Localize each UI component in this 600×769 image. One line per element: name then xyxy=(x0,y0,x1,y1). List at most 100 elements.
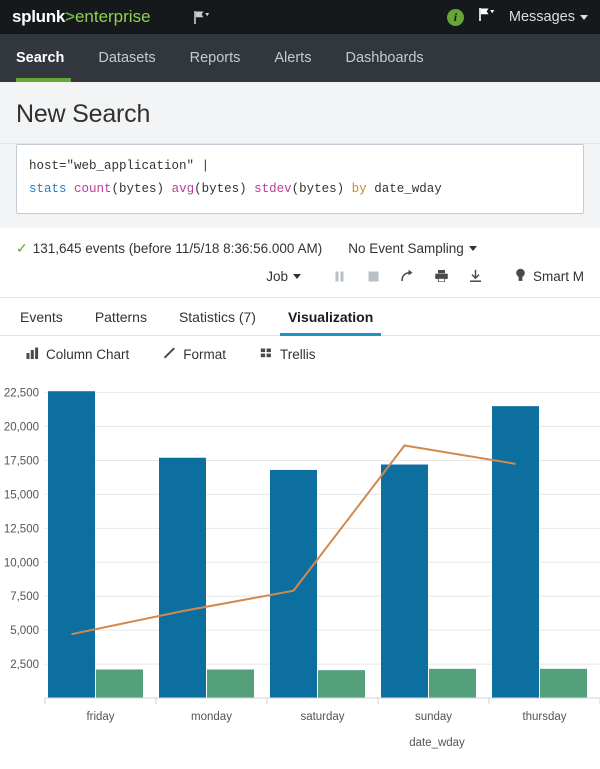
svg-text:17,500: 17,500 xyxy=(4,456,39,468)
query-stdev-fn: stdev xyxy=(254,182,292,196)
info-badge-icon[interactable]: i xyxy=(447,9,464,26)
svg-text:saturday: saturday xyxy=(300,711,344,723)
svg-text:10,000: 10,000 xyxy=(4,558,39,570)
job-menu-button[interactable]: Job xyxy=(266,269,301,284)
tab-events[interactable]: Events xyxy=(16,298,79,335)
query-line-2: stats count(bytes) avg(bytes) stdev(byte… xyxy=(29,178,571,201)
nav-item-datasets[interactable]: Datasets xyxy=(81,34,172,82)
brand-splunk: splunk xyxy=(12,7,65,27)
query-stats-cmd: stats xyxy=(29,182,67,196)
visualization-toolbar: Column Chart Format Trellis xyxy=(0,336,600,373)
nav-label: Alerts xyxy=(274,50,311,66)
svg-text:friday: friday xyxy=(86,711,114,723)
svg-text:thursday: thursday xyxy=(522,711,566,723)
tab-statistics[interactable]: Statistics (7) xyxy=(163,298,272,335)
lightbulb-icon xyxy=(515,268,526,285)
page-header: New Search xyxy=(0,82,600,144)
format-button[interactable]: Format xyxy=(163,347,226,362)
top-bar: splunk > enterprise i Messages xyxy=(0,0,600,34)
stop-button[interactable] xyxy=(357,265,391,287)
chevron-down-icon xyxy=(580,15,588,20)
tab-label: Visualization xyxy=(288,309,373,325)
search-mode-selector[interactable]: Smart M xyxy=(515,268,584,285)
query-avg-arg: (bytes) xyxy=(194,182,247,196)
chart-axis-lines xyxy=(45,698,600,704)
tab-visualization[interactable]: Visualization xyxy=(272,298,389,335)
column-chart[interactable]: 2,500 5,000 7,500 10,000 12,500 15,000 17,500 2… xyxy=(0,373,600,752)
query-pipe: | xyxy=(202,159,210,173)
nav-label: Datasets xyxy=(98,50,155,66)
query-groupby-field: date_wday xyxy=(374,182,442,196)
activity-flag-icon[interactable] xyxy=(478,7,495,27)
messages-label: Messages xyxy=(509,9,575,25)
event-sampling-label: No Event Sampling xyxy=(348,241,464,256)
svg-text:22,500: 22,500 xyxy=(4,388,39,400)
flag-dropdown-icon[interactable] xyxy=(193,10,210,25)
nav-item-dashboards[interactable]: Dashboards xyxy=(328,34,440,82)
svg-text:15,000: 15,000 xyxy=(4,490,39,502)
trellis-label: Trellis xyxy=(280,347,316,362)
chart-type-label: Column Chart xyxy=(46,347,129,362)
topbar-right-group: i Messages xyxy=(447,7,588,27)
svg-text:sunday: sunday xyxy=(415,711,452,723)
brand-enterprise: enterprise xyxy=(75,7,151,27)
grid-icon xyxy=(260,347,273,362)
search-bar-wrap: host="web_application" | stats count(byt… xyxy=(0,144,600,228)
search-mode-label: Smart M xyxy=(533,269,584,284)
format-label: Format xyxy=(183,347,226,362)
event-count-text: 131,645 events (before 11/5/18 8:36:56.0… xyxy=(33,241,322,256)
trellis-button[interactable]: Trellis xyxy=(260,347,316,362)
chart-bars-count[interactable] xyxy=(48,391,539,698)
query-stdev-arg: (bytes) xyxy=(292,182,345,196)
tab-patterns[interactable]: Patterns xyxy=(79,298,163,335)
svg-text:5,000: 5,000 xyxy=(10,625,39,637)
x-axis-title: date_wday xyxy=(409,737,465,749)
print-button[interactable] xyxy=(425,265,459,287)
pencil-icon xyxy=(163,347,176,362)
brand-gt: > xyxy=(65,7,75,27)
query-avg-fn: avg xyxy=(172,182,195,196)
splunk-logo[interactable]: splunk > enterprise xyxy=(12,7,151,27)
nav-item-alerts[interactable]: Alerts xyxy=(257,34,328,82)
chart-type-button[interactable]: Column Chart xyxy=(26,347,129,362)
tab-label: Patterns xyxy=(95,309,147,325)
page-title: New Search xyxy=(16,100,584,129)
info-glyph: i xyxy=(454,10,457,25)
query-count-fn: count xyxy=(74,182,112,196)
bar-chart-icon xyxy=(26,347,39,362)
nav-label: Dashboards xyxy=(345,50,423,66)
tab-label: Statistics (7) xyxy=(179,309,256,325)
share-button[interactable] xyxy=(391,265,425,287)
nav-item-search[interactable]: Search xyxy=(16,34,81,82)
main-nav: Search Datasets Reports Alerts Dashboard… xyxy=(0,34,600,82)
query-host-value: "web_application" xyxy=(67,159,195,173)
success-check-icon: ✓ xyxy=(16,240,28,257)
query-count-arg: (bytes) xyxy=(112,182,165,196)
chart-x-axis-labels: friday monday saturday sunday thursday xyxy=(86,711,566,723)
query-host-key: host= xyxy=(29,159,67,173)
results-tabs: Events Patterns Statistics (7) Visualiza… xyxy=(0,298,600,336)
pause-button[interactable] xyxy=(323,265,357,287)
svg-text:12,500: 12,500 xyxy=(4,524,39,536)
svg-text:7,500: 7,500 xyxy=(10,591,39,603)
job-label: Job xyxy=(266,269,288,284)
search-query-input[interactable]: host="web_application" | stats count(byt… xyxy=(16,144,584,214)
nav-label: Reports xyxy=(190,50,241,66)
chart-canvas: 2,500 5,000 7,500 10,000 12,500 15,000 17,500 2… xyxy=(0,373,600,752)
results-summary-bar: ✓ 131,645 events (before 11/5/18 8:36:56… xyxy=(0,228,600,257)
chevron-down-icon xyxy=(469,246,477,251)
nav-item-reports[interactable]: Reports xyxy=(173,34,258,82)
messages-menu[interactable]: Messages xyxy=(509,9,588,25)
chevron-down-icon xyxy=(293,274,301,279)
event-sampling-dropdown[interactable]: No Event Sampling xyxy=(348,241,477,256)
tab-label: Events xyxy=(20,309,63,325)
svg-text:20,000: 20,000 xyxy=(4,422,39,434)
job-control-bar: Job Smart M xyxy=(0,257,600,298)
query-by-kw: by xyxy=(352,182,367,196)
export-button[interactable] xyxy=(459,265,493,287)
nav-label: Search xyxy=(16,50,64,66)
svg-text:monday: monday xyxy=(191,711,232,723)
chart-y-axis-labels: 2,500 5,000 7,500 10,000 12,500 15,000 17,500 2… xyxy=(4,388,39,671)
svg-text:2,500: 2,500 xyxy=(10,659,39,671)
query-line-1: host="web_application" | xyxy=(29,155,571,178)
